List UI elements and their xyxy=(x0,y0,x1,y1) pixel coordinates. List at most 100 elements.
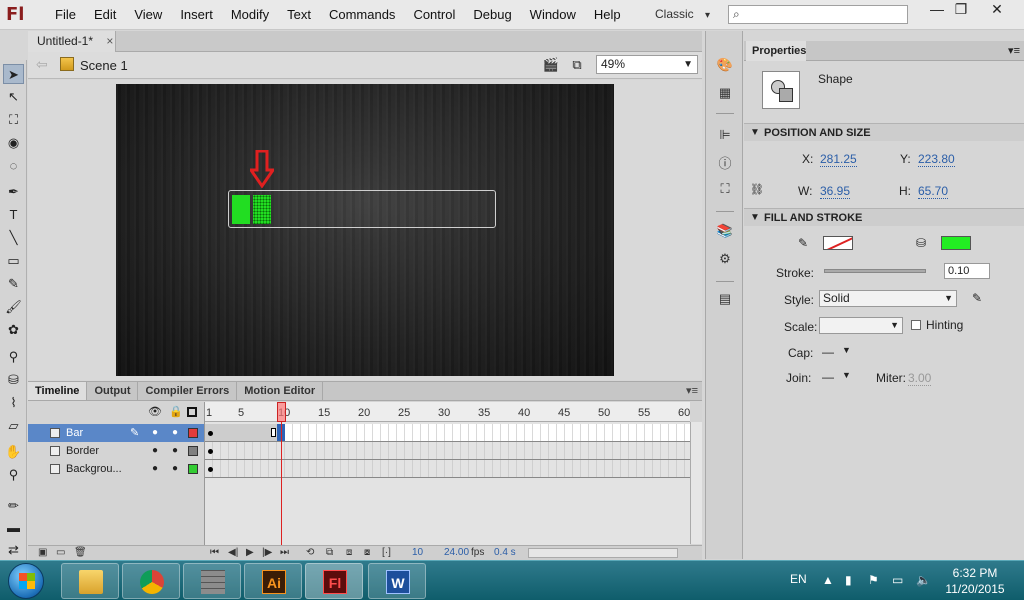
new-folder-icon[interactable]: ▭ xyxy=(56,547,65,558)
search-input[interactable]: ⌕ xyxy=(728,5,908,24)
lock-dot[interactable]: ● xyxy=(172,442,178,460)
menu-help[interactable]: Help xyxy=(585,0,630,30)
onion-markers-icon[interactable]: [·] xyxy=(382,547,391,558)
stroke-slider[interactable] xyxy=(824,269,926,273)
zoom-select[interactable]: 49% ▼ xyxy=(596,55,698,74)
frames-area[interactable]: 151015202530354045505560 xyxy=(204,402,690,550)
selection-tool-icon[interactable]: ➤ xyxy=(3,64,24,84)
workspace-switcher[interactable]: Classic ▾ xyxy=(655,7,710,21)
chevron-down-icon[interactable]: ▼ xyxy=(842,345,851,355)
tab-properties[interactable]: Properties xyxy=(746,41,806,61)
progress-bar-fill[interactable] xyxy=(232,195,250,224)
menu-text[interactable]: Text xyxy=(278,0,320,30)
info-panel-icon[interactable]: ⓘ xyxy=(715,153,735,171)
position-size-section[interactable]: ▼ POSITION AND SIZE xyxy=(744,123,1024,141)
eraser-tool-icon[interactable]: ▱ xyxy=(3,416,24,436)
close-button[interactable]: ✕ xyxy=(982,0,1012,20)
step-forward-icon[interactable]: |▶ xyxy=(262,547,272,558)
scale-select[interactable]: ▼ xyxy=(819,317,903,334)
zoom-tool-icon[interactable]: ⚲ xyxy=(3,465,24,485)
lasso-tool-icon[interactable]: ◌ xyxy=(3,156,24,176)
lock-dot[interactable]: ● xyxy=(172,424,178,442)
keyframe[interactable] xyxy=(208,431,213,436)
align-panel-icon[interactable]: ⊫ xyxy=(715,127,735,145)
swap-colors-icon[interactable]: ⇄ xyxy=(3,540,24,560)
layer-color-swatch[interactable] xyxy=(188,464,198,474)
hand-tool-icon[interactable]: ✋ xyxy=(3,442,24,462)
stage-canvas[interactable] xyxy=(116,84,614,376)
panel-menu-icon[interactable]: ▾≡ xyxy=(1008,44,1020,57)
swatches-panel-icon[interactable]: ▦ xyxy=(715,85,735,103)
color-panel-icon[interactable]: 🎨 xyxy=(715,57,735,75)
start-button[interactable] xyxy=(8,563,44,599)
chevron-down-icon[interactable]: ▼ xyxy=(842,370,851,380)
taskbar-illustrator[interactable]: Ai xyxy=(244,563,302,599)
rectangle-tool-icon[interactable]: ▭ xyxy=(3,251,24,271)
taskbar-flash[interactable]: Fl xyxy=(305,563,363,599)
brush-tool-icon[interactable]: 🖌 xyxy=(3,297,24,317)
selected-bar-shape[interactable] xyxy=(253,195,271,224)
join-select[interactable]: — xyxy=(822,370,834,384)
close-icon[interactable]: × xyxy=(106,34,113,48)
fill-color-swatch[interactable] xyxy=(941,236,971,250)
visibility-dot[interactable]: ● xyxy=(152,424,158,442)
edit-scene-icon[interactable]: 🎬 xyxy=(542,57,560,73)
layer-color-swatch[interactable] xyxy=(188,428,198,438)
layer-row-border[interactable]: Border ● ● xyxy=(28,442,204,460)
step-back-icon[interactable]: ◀| xyxy=(228,547,238,558)
go-to-first-frame-icon[interactable]: ⏮ xyxy=(210,547,219,558)
stroke-width-input[interactable]: 0.10 xyxy=(944,263,990,279)
fill-color-icon[interactable]: ▬ xyxy=(3,518,24,538)
3d-rotation-tool-icon[interactable]: ◉ xyxy=(3,133,24,153)
new-layer-icon[interactable]: ▣ xyxy=(38,547,47,558)
free-transform-tool-icon[interactable]: ⛶ xyxy=(3,110,24,130)
language-indicator[interactable]: EN xyxy=(790,572,807,586)
frame-row-background[interactable] xyxy=(205,460,690,478)
menu-file[interactable]: File xyxy=(46,0,85,30)
lock-dot[interactable]: ● xyxy=(172,460,178,478)
tab-timeline[interactable]: Timeline xyxy=(28,382,88,400)
taskbar-file-explorer[interactable] xyxy=(61,563,119,599)
outline-icon[interactable] xyxy=(187,407,197,417)
menu-debug[interactable]: Debug xyxy=(464,0,520,30)
go-to-last-frame-icon[interactable]: ⏭ xyxy=(280,547,289,558)
menu-view[interactable]: View xyxy=(125,0,171,30)
tab-motion-editor[interactable]: Motion Editor xyxy=(237,382,324,400)
taskbar-app-wall[interactable] xyxy=(183,563,241,599)
layer-row-bar[interactable]: Bar ✎ ● ● xyxy=(28,424,204,442)
edit-multiple-frames-icon[interactable]: ⧇ xyxy=(364,547,370,558)
menu-edit[interactable]: Edit xyxy=(85,0,125,30)
library-panel-icon[interactable]: 📚 xyxy=(715,223,735,241)
x-value[interactable]: 281.25 xyxy=(820,152,857,167)
visibility-dot[interactable]: ● xyxy=(152,442,158,460)
display-icon[interactable]: ▭ xyxy=(892,573,903,587)
current-frame[interactable]: 10 xyxy=(412,547,423,558)
flag-icon[interactable]: ⚑ xyxy=(868,573,879,587)
menu-window[interactable]: Window xyxy=(521,0,585,30)
text-tool-icon[interactable]: T xyxy=(3,205,24,225)
components-panel-icon[interactable]: ⚙ xyxy=(715,251,735,269)
play-icon[interactable]: ▶ xyxy=(246,547,254,558)
fill-stroke-section[interactable]: ▼ FILL AND STROKE xyxy=(744,208,1024,226)
document-tab[interactable]: Untitled-1* × xyxy=(28,31,116,52)
miter-value[interactable]: 3.00 xyxy=(908,371,932,386)
line-tool-icon[interactable]: ╲ xyxy=(3,228,24,248)
tab-output[interactable]: Output xyxy=(87,382,139,400)
deco-tool-icon[interactable]: ✿ xyxy=(3,320,24,340)
keyframe[interactable] xyxy=(208,449,213,454)
cap-select[interactable]: — xyxy=(822,345,834,359)
keyframe[interactable] xyxy=(271,428,276,437)
menu-commands[interactable]: Commands xyxy=(320,0,404,30)
eyedropper-tool-icon[interactable]: ⌇ xyxy=(3,393,24,413)
scene-label[interactable]: Scene 1 xyxy=(80,58,128,73)
battery-icon[interactable]: ▮ xyxy=(845,573,852,587)
h-value[interactable]: 65.70 xyxy=(918,184,949,199)
keyframe[interactable] xyxy=(208,467,213,472)
layer-row-background[interactable]: Backgrou... ● ● xyxy=(28,460,204,478)
hinting-checkbox[interactable] xyxy=(911,320,921,330)
timeline-scrollbar[interactable] xyxy=(690,422,702,544)
paint-bucket-tool-icon[interactable]: ⛁ xyxy=(3,370,24,390)
edit-stroke-style-icon[interactable]: ✎ xyxy=(972,291,982,305)
onion-outline-icon[interactable]: ⧈ xyxy=(346,547,352,558)
playhead[interactable] xyxy=(277,402,286,422)
